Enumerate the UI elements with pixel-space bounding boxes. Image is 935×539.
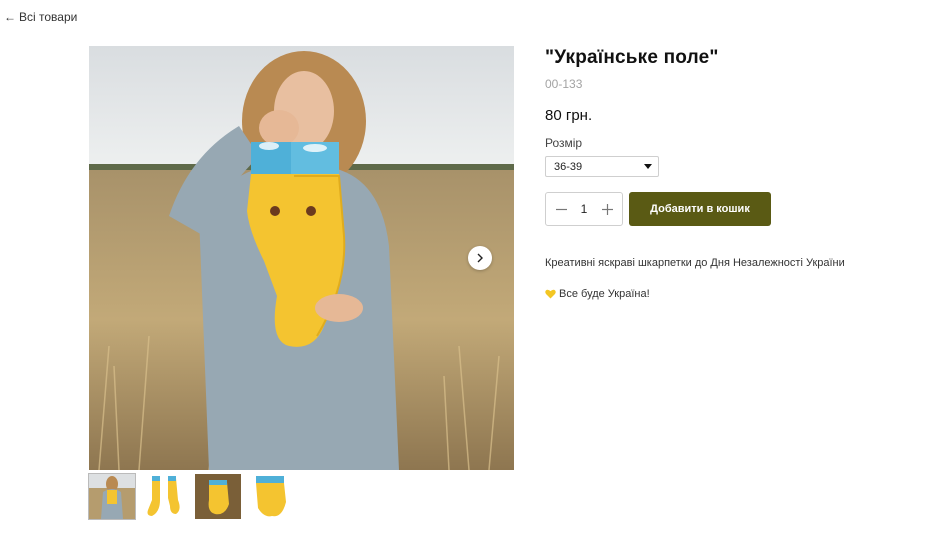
product-tagline-row: Все буде Україна! [545,288,925,300]
product-sku: 00-133 [545,77,583,91]
product-tagline: Все буде Україна! [559,288,650,300]
arrow-left-icon: ← [4,10,16,24]
product-main-image [89,46,514,470]
next-image-button[interactable] [468,246,492,270]
yellow-heart-icon [545,289,556,299]
thumbnail-2[interactable] [142,474,188,519]
quantity-increase-button[interactable] [600,202,614,216]
back-to-all-products-link[interactable]: ← Всі товари [4,10,77,24]
quantity-decrease-button[interactable] [554,202,568,216]
back-link-label: Всі товари [19,10,78,24]
chevron-right-icon [477,253,483,263]
product-title: "Українське поле" [545,47,719,68]
quantity-stepper: 1 [545,192,623,226]
thumbnail-4[interactable] [248,474,294,519]
thumbnail-1[interactable] [88,473,136,520]
size-select[interactable]: 36-39 [545,156,659,177]
plus-icon [601,203,613,215]
quantity-value[interactable]: 1 [574,202,594,216]
product-photo [89,46,514,470]
product-description: Креативні яскраві шкарпетки до Дня Незал… [545,257,845,269]
caret-down-icon [644,164,652,169]
thumbnail-strip [88,473,294,520]
product-info-panel: "Українське поле" 00-133 80 грн. Розмір … [545,46,925,300]
product-price: 80 грн. [545,107,593,124]
add-to-cart-button[interactable]: Добавити в кошик [629,192,771,226]
size-select-value: 36-39 [554,160,583,173]
buy-row: 1 Добавити в кошик [545,192,925,226]
size-label: Розмір [545,136,583,150]
thumbnail-3[interactable] [195,474,241,519]
minus-icon [555,208,567,210]
